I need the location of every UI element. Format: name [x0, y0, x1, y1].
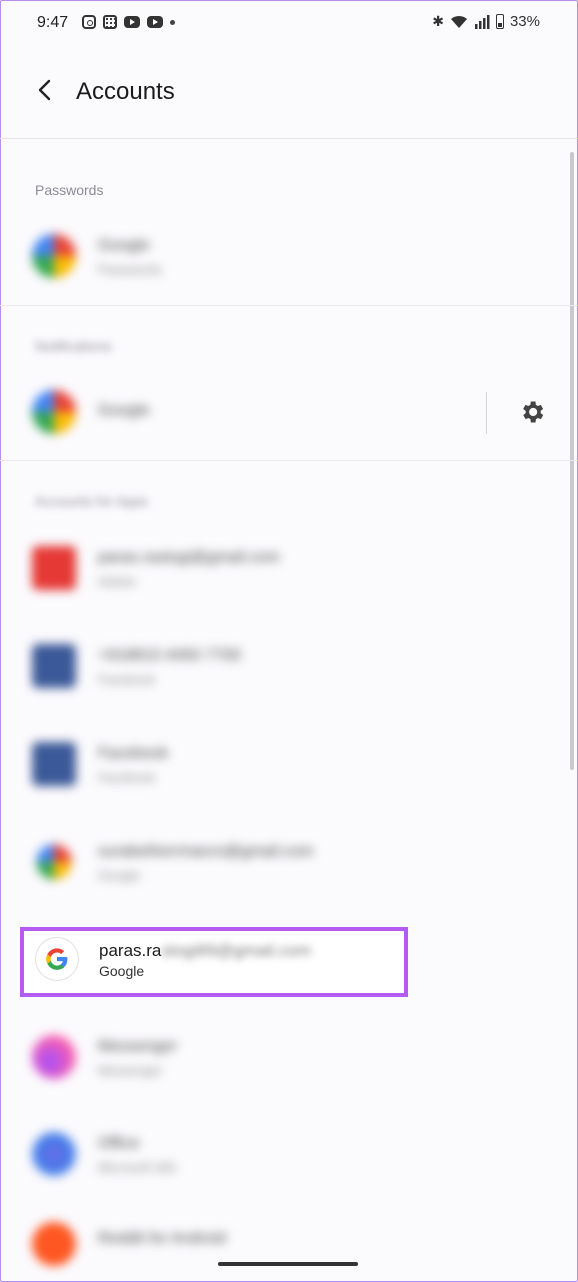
- item-title: Reddit for Android: [98, 1230, 227, 1247]
- google-icon: [36, 844, 72, 880]
- divider: [0, 305, 578, 306]
- item-subtitle: Facebook: [98, 770, 156, 785]
- status-bar: 9:47 ✱ 33%: [0, 0, 578, 46]
- youtube-icon: [147, 16, 163, 28]
- list-item-account[interactable]: Messenger Messenger: [32, 1025, 432, 1089]
- list-item-account[interactable]: paras.rastogi@gmail.com Adobe: [32, 536, 432, 600]
- item-subtitle: Facebook: [98, 672, 156, 687]
- youtube-icon: [124, 16, 140, 28]
- office-icon: [32, 1132, 76, 1176]
- wifi-icon: [450, 15, 467, 28]
- list-item-notifications-google[interactable]: Google: [32, 380, 432, 444]
- instagram-icon: [82, 15, 96, 29]
- list-item-passwords-google[interactable]: Google Passwords: [32, 224, 432, 288]
- section-passwords: Passwords: [35, 182, 104, 198]
- home-indicator[interactable]: [218, 1262, 358, 1266]
- email-blurred-part: stogi89@gmail.com: [161, 941, 311, 960]
- system-icons: ✱ 33%: [432, 13, 540, 30]
- item-subtitle: Passwords: [98, 262, 162, 277]
- reddit-icon: [32, 1222, 76, 1266]
- highlight-box: [20, 927, 408, 997]
- item-title: Office: [98, 1135, 140, 1152]
- facebook-icon: [32, 742, 76, 786]
- list-item-account[interactable]: surabetherrmacro@gmail.com Google: [32, 830, 432, 894]
- list-item-account[interactable]: +918810 4450 7700 Facebook: [32, 634, 432, 698]
- google-icon: [36, 938, 78, 980]
- item-title: +918810 4450 7700: [98, 647, 241, 664]
- page-title: Accounts: [76, 78, 175, 105]
- adobe-icon: [32, 546, 76, 590]
- list-item-account[interactable]: Reddit for Android: [32, 1212, 432, 1276]
- battery-icon: [495, 14, 504, 29]
- item-title: Facebook: [98, 745, 169, 762]
- item-title: paras.rastogi@gmail.com: [98, 549, 280, 566]
- section-accounts: Accounts for Apps: [35, 493, 148, 509]
- gear-icon[interactable]: [518, 398, 546, 426]
- notification-icons: [82, 15, 175, 29]
- messenger-icon: [32, 1035, 76, 1079]
- item-title: Messenger: [98, 1038, 178, 1055]
- highlighted-account-provider: Google: [99, 963, 145, 979]
- status-time: 9:47: [37, 14, 69, 31]
- scrollbar[interactable]: [570, 152, 574, 770]
- highlighted-account-email[interactable]: paras.rastogi89@gmail.com: [99, 941, 311, 961]
- email-visible-part: paras.ra: [99, 941, 162, 960]
- list-item-account[interactable]: Office Microsoft 365: [32, 1122, 432, 1186]
- vertical-separator: [486, 392, 487, 434]
- more-notifications-dot-icon: [170, 19, 175, 25]
- app-grid-icon: [103, 15, 117, 29]
- item-title: surabetherrmacro@gmail.com: [98, 843, 314, 860]
- battery-percent: 33%: [509, 13, 540, 30]
- item-subtitle: Messenger: [98, 1063, 163, 1078]
- item-title: Google: [98, 237, 150, 254]
- divider: [0, 460, 578, 461]
- section-notifications: Notifications: [35, 338, 112, 354]
- list-item-account[interactable]: Facebook Facebook: [32, 732, 432, 796]
- item-subtitle: Google: [98, 868, 140, 883]
- google-icon: [32, 234, 76, 278]
- item-subtitle: Adobe: [98, 574, 136, 589]
- item-title: Google: [98, 402, 150, 419]
- app-bar: Accounts: [0, 46, 578, 139]
- bluetooth-icon: ✱: [432, 13, 444, 29]
- signal-icon: [474, 14, 490, 29]
- arrow-back-icon[interactable]: [34, 78, 58, 102]
- item-subtitle: Microsoft 365: [98, 1160, 177, 1175]
- google-icon: [32, 390, 76, 434]
- facebook-icon: [32, 644, 76, 688]
